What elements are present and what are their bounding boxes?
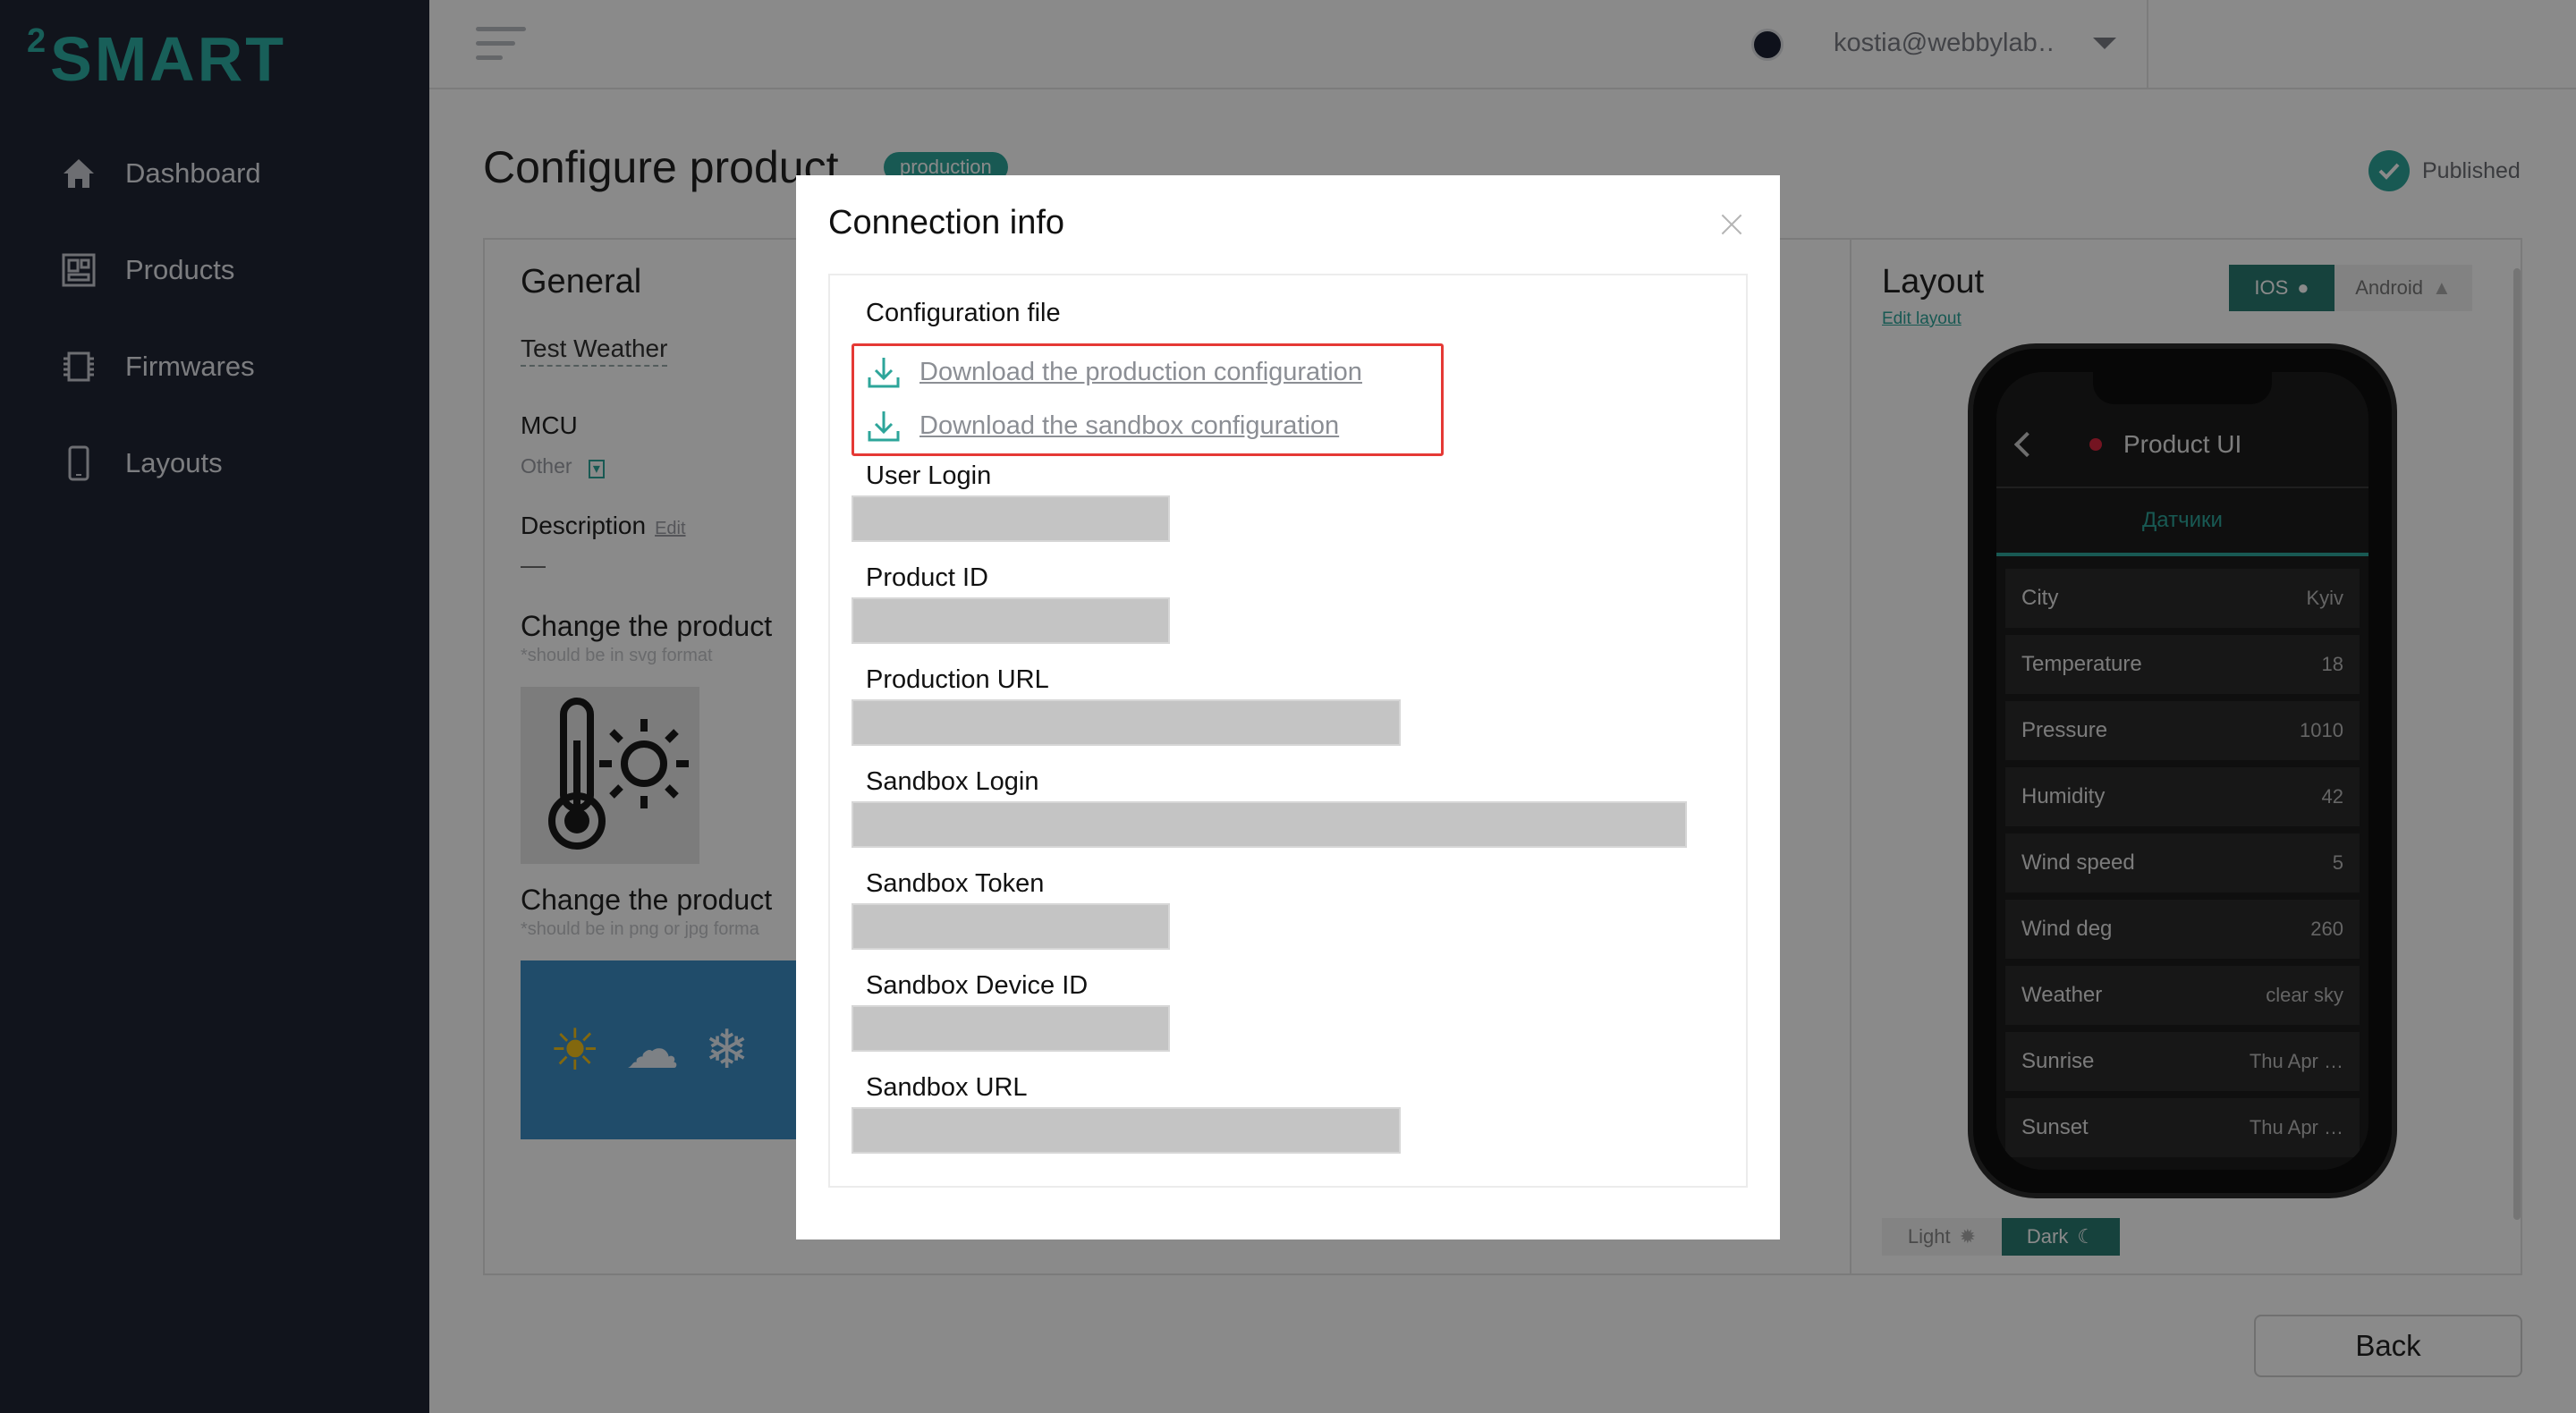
sandbox-device-id-label: Sandbox Device ID <box>866 971 1089 1000</box>
production-url-label: Production URL <box>866 665 1049 694</box>
download-icon <box>866 408 902 444</box>
download-sandbox-config-link[interactable]: Download the sandbox configuration <box>866 408 1339 444</box>
download-production-config-link[interactable]: Download the production configuration <box>866 354 1362 390</box>
sandbox-login-value[interactable] <box>852 801 1687 848</box>
sandbox-url-value[interactable] <box>852 1107 1401 1154</box>
close-icon[interactable] <box>1714 207 1750 243</box>
user-login-label: User Login <box>866 461 992 490</box>
sandbox-token-label: Sandbox Token <box>866 869 1045 898</box>
sandbox-url-label: Sandbox URL <box>866 1073 1028 1102</box>
product-id-value[interactable] <box>852 597 1170 644</box>
production-url-value[interactable] <box>852 699 1401 746</box>
product-id-label: Product ID <box>866 563 988 592</box>
configuration-file-label: Configuration file <box>866 299 1061 327</box>
modal-title: Connection info <box>828 204 1065 241</box>
sandbox-token-value[interactable] <box>852 903 1170 950</box>
connection-info-modal: Connection info Configuration file Downl… <box>796 175 1780 1240</box>
sandbox-login-label: Sandbox Login <box>866 767 1039 796</box>
download-icon <box>866 354 902 390</box>
user-login-value[interactable] <box>852 495 1170 542</box>
connection-info-body: Configuration file Download the producti… <box>828 274 1748 1188</box>
sandbox-device-id-value[interactable] <box>852 1005 1170 1052</box>
